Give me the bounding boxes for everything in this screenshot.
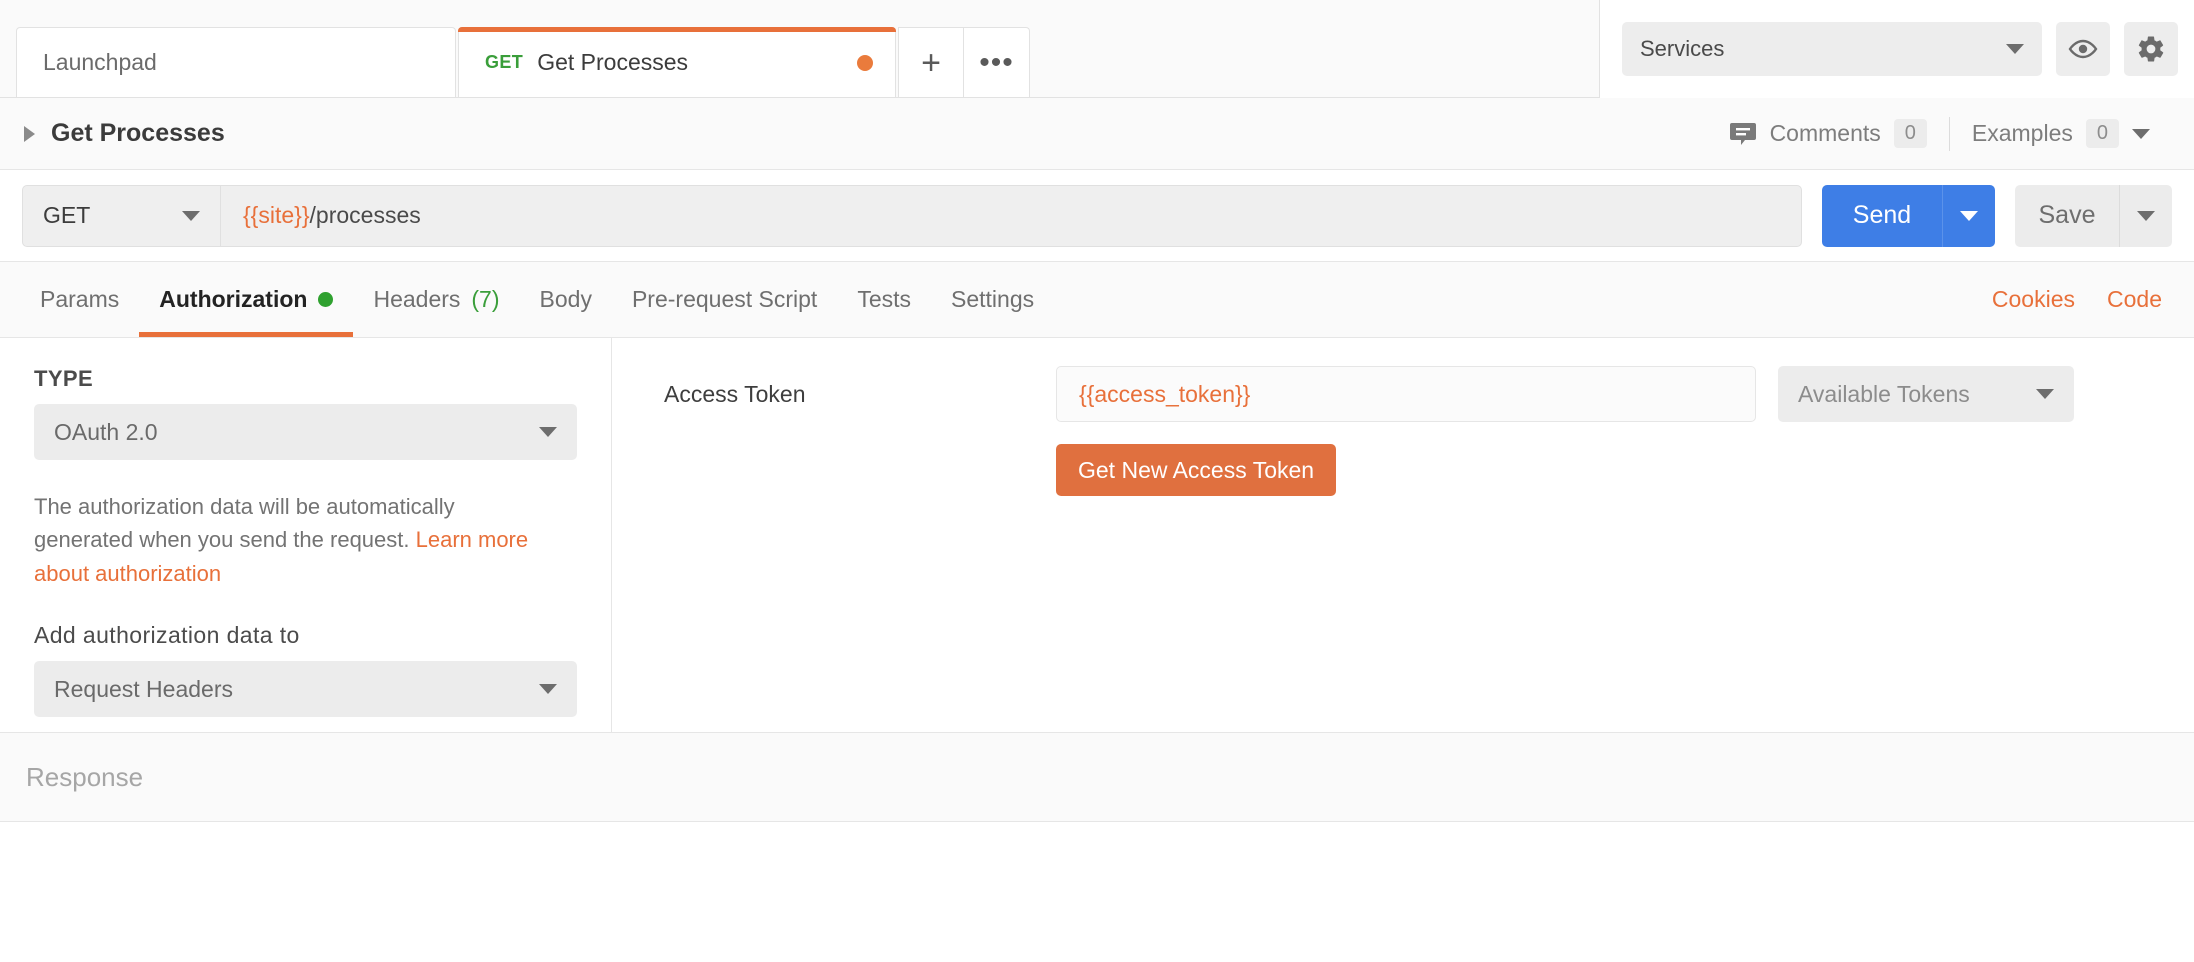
chevron-down-icon [182,210,200,221]
send-button-group: Send [1822,184,1995,247]
access-token-label: Access Token [664,381,806,407]
tab-strip: Launchpad GET Get Processes + ••• Servic… [0,0,2194,98]
tab-tests-label: Tests [857,286,911,312]
unsaved-changes-dot-icon [857,54,873,71]
examples-count: 0 [2085,119,2119,148]
chevron-right-icon [24,125,35,142]
tab-settings-label: Settings [951,286,1035,312]
access-token-input[interactable]: {{access_token}} [1056,366,1756,422]
tab-launchpad[interactable]: Launchpad [16,27,456,97]
request-tab-bar-right-links: Cookies Code [1992,262,2172,337]
tab-body-label: Body [539,286,592,312]
tab-params[interactable]: Params [20,262,139,337]
tab-get-processes[interactable]: GET Get Processes [458,27,896,97]
plus-icon: + [921,43,941,82]
tab-tests[interactable]: Tests [837,262,931,337]
tab-strip-right-controls: Services [1599,0,2194,98]
response-label: Response [26,761,144,792]
request-tab-bar: Params Authorization Headers (7) Body Pr… [0,262,2194,338]
chevron-down-icon [2137,210,2155,221]
auth-type-value: OAuth 2.0 [54,418,158,445]
breadcrumb-right-controls: Comments 0 Examples 0 [1707,116,2172,151]
available-tokens-select[interactable]: Available Tokens [1778,366,2074,422]
tab-pre-request-script[interactable]: Pre-request Script [612,262,837,337]
authorization-panel: TYPE OAuth 2.0 The authorization data wi… [0,338,2194,732]
breadcrumb[interactable]: Get Processes [24,119,225,148]
add-auth-data-to-label: Add authorization data to [34,622,300,649]
chevron-down-icon [2132,128,2150,139]
code-link[interactable]: Code [2107,286,2162,313]
auth-type-select[interactable]: OAuth 2.0 [34,404,577,460]
tab-headers-label: Headers [373,286,461,312]
access-token-column: {{access_token}} Get New Access Token [1056,366,1756,496]
tab-settings[interactable]: Settings [931,262,1054,337]
tab-method-label: GET [485,52,524,72]
eye-icon [2068,39,2098,59]
get-new-access-token-button[interactable]: Get New Access Token [1056,444,1337,496]
http-method-label: GET [43,202,91,228]
authorization-help-body: The authorization data will be automatic… [34,494,455,553]
save-button[interactable]: Save [2015,184,2119,247]
url-path: /processes [309,202,421,228]
tab-headers[interactable]: Headers (7) [353,262,519,337]
oauth2-details-panel: Access Token {{access_token}} Get New Ac… [612,338,2194,732]
send-button[interactable]: Send [1822,184,1942,247]
examples-button[interactable]: Examples 0 [1950,119,2172,148]
page-title: Get Processes [51,119,225,147]
comments-label: Comments [1769,120,1881,146]
comments-button[interactable]: Comments 0 [1707,119,1949,148]
examples-label: Examples [1971,120,2073,146]
settings-button[interactable] [2124,22,2178,76]
gear-icon [2138,36,2164,62]
save-options-button[interactable] [2119,184,2172,247]
tab-authorization-label: Authorization [159,286,308,312]
chevron-down-icon [1960,210,1978,221]
chevron-down-icon [539,684,557,695]
breadcrumb-bar: Get Processes Comments 0 Examples 0 [0,98,2194,170]
add-auth-data-to-select[interactable]: Request Headers [34,661,577,718]
available-tokens-label: Available Tokens [1798,380,1970,407]
send-button-label: Send [1852,201,1912,229]
authorization-configured-dot-icon [318,292,334,307]
response-bar: Response [0,732,2194,822]
environment-selector-label: Services [1640,36,1725,61]
auth-type-label: TYPE [34,366,94,391]
save-button-label: Save [2038,201,2096,229]
comment-icon [1729,122,1756,145]
http-method-selector[interactable]: GET [22,184,220,247]
cookies-link[interactable]: Cookies [1992,286,2075,313]
new-tab-button[interactable]: + [898,27,964,97]
tab-get-processes-label: Get Processes [537,49,689,75]
tab-launchpad-label: Launchpad [43,49,157,75]
chevron-down-icon [2006,44,2024,54]
authorization-help-text: The authorization data will be automatic… [34,490,544,590]
tab-headers-count: (7) [471,286,500,312]
get-new-access-token-label: Get New Access Token [1078,456,1315,483]
tab-options-button[interactable]: ••• [964,27,1030,97]
tab-pre-request-script-label: Pre-request Script [631,286,818,312]
send-options-button[interactable] [1942,184,1995,247]
access-token-row: Access Token {{access_token}} Get New Ac… [612,366,2194,496]
environment-selector[interactable]: Services [1622,22,2042,76]
tab-authorization[interactable]: Authorization [139,262,354,337]
tab-params-label: Params [40,286,120,312]
access-token-value: {{access_token}} [1079,380,1251,407]
request-url-bar: GET {{site}}/processes Send Save [0,170,2194,262]
chevron-down-icon [2036,389,2054,399]
tab-body[interactable]: Body [520,262,612,337]
request-url-input[interactable]: {{site}}/processes [220,184,1802,247]
environment-quick-look-button[interactable] [2056,22,2110,76]
comments-count: 0 [1893,119,1927,148]
ellipsis-icon: ••• [979,45,1014,79]
authorization-type-panel: TYPE OAuth 2.0 The authorization data wi… [0,338,612,732]
save-button-group: Save [2015,184,2172,247]
tab-list: Launchpad GET Get Processes + ••• [0,0,1030,97]
add-auth-data-to-value: Request Headers [54,675,233,702]
chevron-down-icon [539,427,557,437]
url-variable: {{site}} [243,202,310,228]
